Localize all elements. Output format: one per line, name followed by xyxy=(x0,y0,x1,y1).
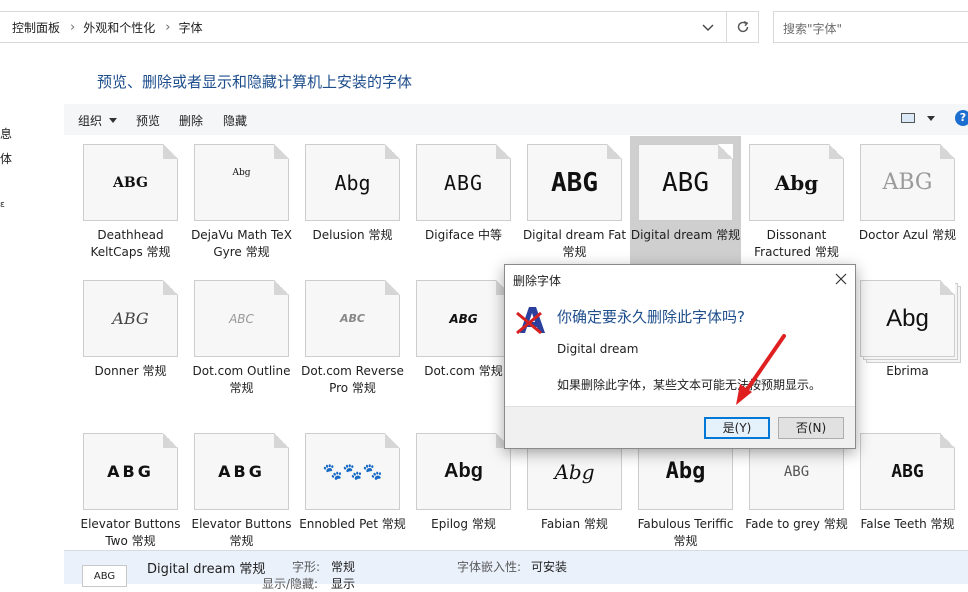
font-preview-sample: ABG xyxy=(113,174,148,191)
font-name: Doctor Azul 常规 xyxy=(858,228,957,242)
font-tile[interactable]: ABG Digital dream Fat 常规 xyxy=(519,136,630,272)
font-tile[interactable]: ABG Doctor Azul 常规 xyxy=(852,136,963,272)
font-preview-sample: Abg xyxy=(774,170,819,195)
font-preview-sample: Abg xyxy=(232,167,251,178)
font-tile[interactable]: ABG Donner 常规 xyxy=(75,272,186,408)
dialog-warning: 如果删除此字体，某些文本可能无法按预期显示。 xyxy=(557,378,822,392)
delete-font-dialog: 删除字体 你确定要永久删除此字体吗? Digital dream 如果删除此字体… xyxy=(504,264,856,449)
font-tile[interactable]: ABG Elevator Buttons 常规 xyxy=(186,425,297,561)
breadcrumb-fonts[interactable]: 字体 xyxy=(178,19,202,36)
yes-button[interactable]: 是(Y) xyxy=(704,417,770,439)
font-preview-sample: ABG xyxy=(551,167,598,198)
font-name: Fade to grey 常规 xyxy=(745,517,848,531)
font-name: Fabulous Teriffic 常规 xyxy=(637,517,734,548)
style-value: 常规 xyxy=(331,560,356,574)
hide-button[interactable]: 隐藏 xyxy=(223,112,247,129)
font-preview-sample: ABG xyxy=(218,462,265,481)
refresh-icon xyxy=(737,20,749,33)
breadcrumb-control-panel[interactable]: 控制面板 xyxy=(12,19,60,36)
nav-fragment-2[interactable]: 体 xyxy=(0,150,12,167)
address-bar[interactable]: 控制面板 › 外观和个性化 › 字体 xyxy=(0,11,727,43)
dialog-question: 你确定要永久删除此字体吗? xyxy=(557,308,745,326)
chevron-down-icon[interactable] xyxy=(700,19,716,35)
font-tile[interactable]: ABG Dot.com 常规 xyxy=(408,272,519,408)
no-button[interactable]: 否(N) xyxy=(778,417,844,439)
font-name: DejaVu Math TeX Gyre 常规 xyxy=(191,228,292,259)
dialog-title: 删除字体 xyxy=(513,274,562,288)
font-name: Dot.com 常规 xyxy=(424,364,503,378)
font-name: Elevator Buttons Two 常规 xyxy=(80,517,181,548)
search-input[interactable]: 搜索"字体" xyxy=(773,11,968,43)
preview-button[interactable]: 预览 xyxy=(136,112,160,129)
font-preview-sample: ABG xyxy=(882,170,933,195)
font-name: Ennobled Pet 常规 xyxy=(299,517,406,531)
font-preview-sample: 🐾🐾🐾 xyxy=(322,462,383,481)
font-family-tile[interactable]: Abg Ebrima xyxy=(852,272,963,408)
font-name: Fabian 常规 xyxy=(541,517,608,531)
dropdown-arrow-icon xyxy=(109,118,118,123)
style-label: 字形: xyxy=(292,560,321,574)
font-name: Ebrima xyxy=(886,364,929,378)
font-name: Delusion 常规 xyxy=(312,228,393,242)
font-tile[interactable]: ABG Elevator Buttons Two 常规 xyxy=(75,425,186,561)
font-preview-sample: ABC xyxy=(229,311,254,326)
breadcrumb-separator-icon[interactable]: › xyxy=(165,20,170,35)
font-name: Elevator Buttons 常规 xyxy=(191,517,292,548)
font-preview-sample: ABC xyxy=(340,312,365,325)
search-placeholder: 搜索"字体" xyxy=(783,22,843,36)
page-title: 预览、删除或者显示和隐藏计算机上安装的字体 xyxy=(97,73,413,91)
organize-label: 组织 xyxy=(78,114,103,128)
nav-fragment-1[interactable]: 息 xyxy=(0,125,12,142)
font-name: Deathhead KeltCaps 常规 xyxy=(90,228,171,259)
font-preview-sample: ABG xyxy=(112,309,149,328)
font-tile[interactable]: ABG Deathhead KeltCaps 常规 xyxy=(75,136,186,272)
font-name: Digiface 中等 xyxy=(425,228,502,242)
breadcrumb-appearance[interactable]: 外观和个性化 xyxy=(83,19,155,36)
command-toolbar: 组织 预览 删除 隐藏 xyxy=(64,104,968,135)
font-name: Dot.com Reverse Pro 常规 xyxy=(301,364,404,395)
font-tile[interactable]: Abg Delusion 常规 xyxy=(297,136,408,272)
font-preview-sample: ABG xyxy=(891,461,924,482)
font-name: Digital dream 常规 xyxy=(630,228,741,242)
view-dropdown-arrow-icon[interactable] xyxy=(927,116,935,121)
nav-fragment-3[interactable]: ε xyxy=(0,200,5,210)
font-preview-sample: ABG xyxy=(662,167,709,198)
font-preview-sample: Abg xyxy=(886,304,929,332)
font-preview-sample: Abg xyxy=(444,460,483,482)
font-tile[interactable]: ABC Dot.com Reverse Pro 常规 xyxy=(297,272,408,408)
font-tile[interactable]: Abg Dissonant Fractured 常规 xyxy=(741,136,852,272)
font-tile[interactable]: ABG False Teeth 常规 xyxy=(852,425,963,561)
selected-font-name: Digital dream 常规 xyxy=(147,562,266,577)
font-preview-sample: ABG xyxy=(449,311,478,326)
help-button[interactable]: ? xyxy=(955,110,968,126)
organize-menu-button[interactable]: 组织 xyxy=(78,112,118,129)
font-name: False Teeth 常规 xyxy=(860,517,955,531)
font-name: Epilog 常规 xyxy=(431,517,496,531)
font-delete-icon xyxy=(516,307,545,335)
font-preview-sample: Abg xyxy=(334,170,371,195)
font-preview-sample: ABG xyxy=(443,170,484,195)
breadcrumb-separator-icon[interactable]: › xyxy=(70,20,75,35)
close-icon[interactable] xyxy=(834,272,848,286)
embed-label: 字体嵌入性: xyxy=(457,560,522,574)
font-tile[interactable]: Abg Epilog 常规 xyxy=(408,425,519,561)
view-options-icon[interactable] xyxy=(901,113,915,123)
dialog-button-bar: 是(Y) 否(N) xyxy=(505,406,855,448)
font-tile[interactable]: ABG Digiface 中等 xyxy=(408,136,519,272)
font-tile[interactable]: ABC Dot.com Outline 常规 xyxy=(186,272,297,408)
breadcrumb: 控制面板 › 外观和个性化 › 字体 xyxy=(12,12,202,42)
font-tile-selected[interactable]: ABG Digital dream 常规 xyxy=(630,136,741,272)
font-name: Donner 常规 xyxy=(94,364,167,378)
dialog-font-name: Digital dream xyxy=(557,342,639,356)
font-tile[interactable]: Abg DejaVu Math TeX Gyre 常规 xyxy=(186,136,297,272)
font-name: Digital dream Fat 常规 xyxy=(522,228,627,259)
font-name: Dissonant Fractured 常规 xyxy=(754,228,839,259)
details-pane: ABG Digital dream 常规 字形: 常规 字体嵌入性: 可安装 显… xyxy=(64,550,968,591)
font-name: Dot.com Outline 常规 xyxy=(192,364,291,395)
font-tile[interactable]: 🐾🐾🐾 Ennobled Pet 常规 xyxy=(297,425,408,561)
embed-value: 可安装 xyxy=(531,560,568,574)
delete-button[interactable]: 删除 xyxy=(179,112,203,129)
refresh-button[interactable] xyxy=(727,11,759,43)
font-preview-sample: ABG xyxy=(107,462,154,481)
